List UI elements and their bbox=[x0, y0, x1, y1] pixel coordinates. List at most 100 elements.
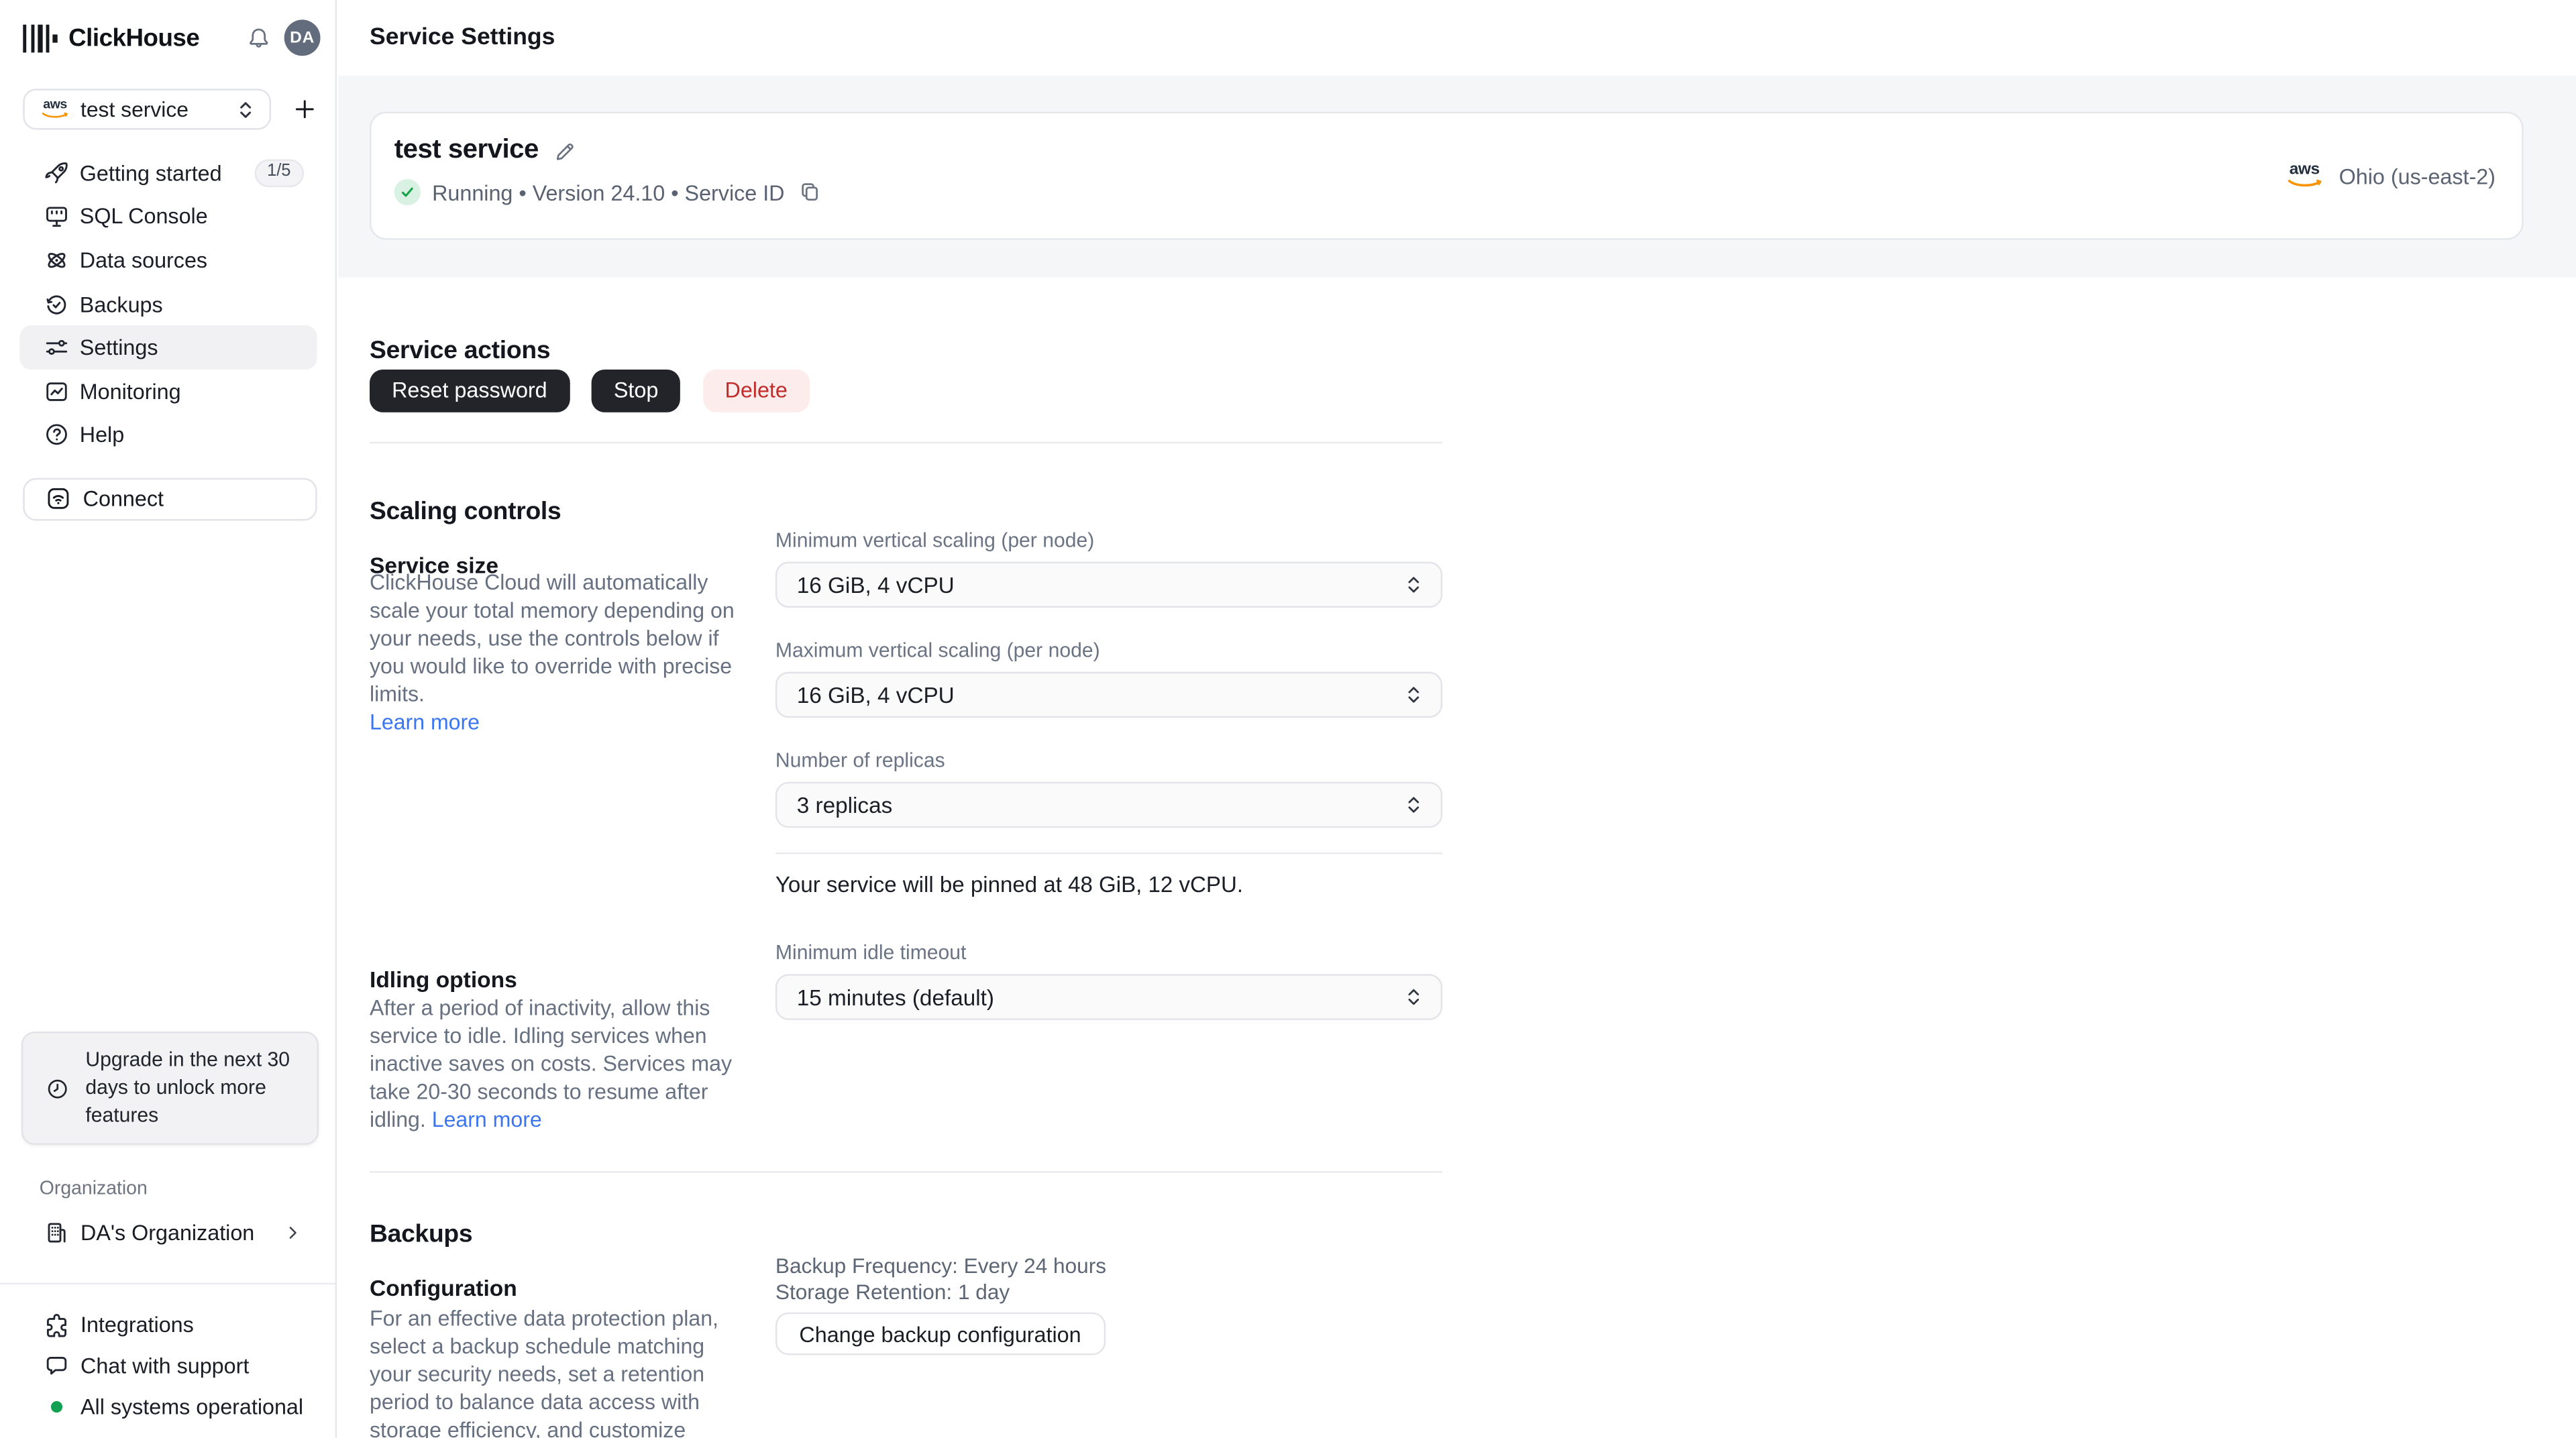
user-avatar[interactable]: DA bbox=[284, 19, 321, 56]
console-icon bbox=[46, 207, 67, 228]
replicas-label: Number of replicas bbox=[775, 749, 945, 773]
sidebar-item-help[interactable]: Help bbox=[19, 413, 317, 457]
orbit-icon bbox=[48, 252, 66, 268]
backup-retention: Storage Retention: 1 day bbox=[775, 1278, 1010, 1304]
idle-timeout-group: Minimum idle timeout 15 minutes (default… bbox=[775, 941, 1443, 1020]
idle-timeout-label: Minimum idle timeout bbox=[775, 941, 967, 964]
min-scaling-value: 16 GiB, 4 vCPU bbox=[796, 572, 955, 598]
sidebar-item-label: SQL Console bbox=[79, 204, 208, 229]
building-icon bbox=[48, 1222, 66, 1242]
connect-button[interactable]: Connect bbox=[23, 477, 317, 520]
idling-options-title: Idling options bbox=[370, 966, 517, 992]
reset-password-button[interactable]: Reset password bbox=[370, 368, 570, 412]
meta-dot: • bbox=[671, 180, 679, 205]
idling-description: After a period of inactivity, allow this… bbox=[370, 994, 744, 1134]
chevron-updown-icon bbox=[1408, 577, 1419, 593]
max-scaling-group: Maximum vertical scaling (per node) 16 G… bbox=[775, 639, 1443, 718]
brand-name: ClickHouse bbox=[68, 23, 200, 52]
chevron-updown-icon bbox=[240, 101, 252, 117]
backup-description: For an effective data protection plan, s… bbox=[370, 1305, 718, 1438]
chevron-updown-icon bbox=[1408, 687, 1419, 703]
min-scaling-select[interactable]: 16 GiB, 4 vCPU bbox=[775, 561, 1443, 608]
change-backup-configuration-button[interactable]: Change backup configuration bbox=[775, 1312, 1106, 1356]
idling-description-text: After a period of inactivity, allow this… bbox=[370, 995, 733, 1133]
replicas-select[interactable]: 3 replicas bbox=[775, 781, 1443, 828]
idle-timeout-value: 15 minutes (default) bbox=[796, 985, 994, 1009]
service-status-line: Running • Version 24.10 • Service ID bbox=[432, 180, 784, 205]
sidebar-item-backups[interactable]: Backups bbox=[19, 282, 317, 326]
min-scaling-label: Minimum vertical scaling (per node) bbox=[775, 529, 1095, 552]
sidebar-item-label: Getting started bbox=[79, 160, 222, 186]
scaling-learn-more-link[interactable]: Learn more bbox=[370, 709, 744, 737]
chevron-updown-icon bbox=[1408, 797, 1419, 813]
sidebar-item-monitoring[interactable]: Monitoring bbox=[19, 370, 317, 413]
avatar-initials: DA bbox=[284, 19, 321, 56]
chevron-right-icon bbox=[289, 1225, 297, 1238]
service-name: test service bbox=[394, 134, 539, 164]
check-icon bbox=[401, 187, 413, 197]
clickhouse-logo-icon bbox=[23, 23, 57, 52]
connect-label: Connect bbox=[83, 486, 164, 511]
sidebar-item-settings[interactable]: Settings bbox=[19, 325, 317, 370]
sidebar-item-label: Monitoring bbox=[79, 379, 181, 404]
selected-service-name: test service bbox=[80, 97, 189, 122]
aws-word: aws bbox=[43, 97, 67, 112]
service-actions-title: Service actions bbox=[370, 336, 551, 364]
status-dot-wrap bbox=[44, 1400, 69, 1413]
delete-button[interactable]: Delete bbox=[702, 368, 810, 412]
service-selector[interactable]: aws test service bbox=[23, 89, 272, 130]
system-status-item[interactable]: All systems operational bbox=[19, 1386, 317, 1427]
pinned-note: Your service will be pinned at 48 GiB, 1… bbox=[775, 872, 1244, 897]
scaling-controls-title: Scaling controls bbox=[370, 497, 561, 525]
copy-icon bbox=[801, 183, 817, 201]
idle-timeout-select[interactable]: 15 minutes (default) bbox=[775, 974, 1443, 1020]
puzzle-icon bbox=[46, 1313, 67, 1337]
service-status: Running bbox=[432, 180, 513, 205]
backup-configuration-title: Configuration bbox=[370, 1276, 517, 1301]
sidebar-item-label: Settings bbox=[79, 335, 158, 360]
chat-bubble-icon bbox=[46, 1356, 67, 1375]
idling-learn-more-link[interactable]: Learn more bbox=[432, 1108, 542, 1133]
upgrade-banner[interactable]: Upgrade in the next 30 days to unlock mo… bbox=[21, 1031, 319, 1145]
service-version: Version 24.10 bbox=[532, 180, 665, 205]
sidebar-item-sql-console[interactable]: SQL Console bbox=[19, 195, 317, 238]
backups-title: Backups bbox=[370, 1219, 473, 1248]
page-title: Service Settings bbox=[370, 24, 555, 51]
replicas-value: 3 replicas bbox=[796, 792, 893, 818]
connect-icon bbox=[48, 488, 69, 509]
history-icon bbox=[46, 294, 66, 314]
sidebar-item-chat-support[interactable]: Chat with support bbox=[19, 1345, 317, 1386]
sidebar-item-integrations[interactable]: Integrations bbox=[19, 1304, 317, 1345]
sidebar-item-getting-started[interactable]: Getting started 1/5 bbox=[19, 151, 317, 195]
bell-icon bbox=[250, 27, 268, 47]
plus-icon bbox=[295, 100, 314, 119]
aws-logo-icon: aws bbox=[2286, 162, 2322, 188]
section-divider bbox=[370, 1170, 1443, 1172]
edit-service-name-button[interactable] bbox=[553, 139, 576, 162]
organization-name: DA's Organization bbox=[80, 1219, 255, 1245]
sidebar-nav: Getting started 1/5 SQL Console Data sou… bbox=[19, 151, 317, 457]
max-scaling-select[interactable]: 16 GiB, 4 vCPU bbox=[775, 671, 1443, 718]
running-check-chip bbox=[394, 178, 421, 206]
organization-section-label: Organization bbox=[39, 1177, 148, 1199]
add-service-button[interactable] bbox=[289, 94, 321, 125]
copy-service-id-button[interactable] bbox=[798, 180, 820, 203]
sidebar-divider bbox=[0, 1282, 335, 1285]
max-scaling-value: 16 GiB, 4 vCPU bbox=[796, 682, 955, 708]
replicas-group: Number of replicas 3 replicas bbox=[775, 749, 1443, 828]
sidebar-item-label: Backups bbox=[79, 291, 163, 317]
help-icon bbox=[46, 425, 67, 446]
service-size-description: ClickHouse Cloud will automatically scal… bbox=[370, 568, 744, 736]
notifications-button[interactable] bbox=[246, 25, 271, 50]
stop-button[interactable]: Stop bbox=[591, 368, 681, 412]
service-actions-buttons: Reset password Stop Delete bbox=[370, 368, 810, 412]
settings-content: Service actions Reset password Stop Dele… bbox=[370, 278, 2576, 1438]
service-id-label: Service ID bbox=[684, 180, 785, 205]
min-scaling-group: Minimum vertical scaling (per node) 16 G… bbox=[775, 529, 1443, 608]
organization-switcher[interactable]: DA's Organization bbox=[19, 1211, 317, 1254]
getting-started-progress-badge: 1/5 bbox=[254, 158, 305, 188]
sidebar-item-data-sources[interactable]: Data sources bbox=[19, 239, 317, 282]
sidebar-footer: Integrations Chat with support All syste… bbox=[19, 1304, 317, 1427]
service-card-band: test service Running • Version 24.10 • S… bbox=[338, 74, 2576, 278]
system-status-label: All systems operational bbox=[80, 1394, 304, 1419]
